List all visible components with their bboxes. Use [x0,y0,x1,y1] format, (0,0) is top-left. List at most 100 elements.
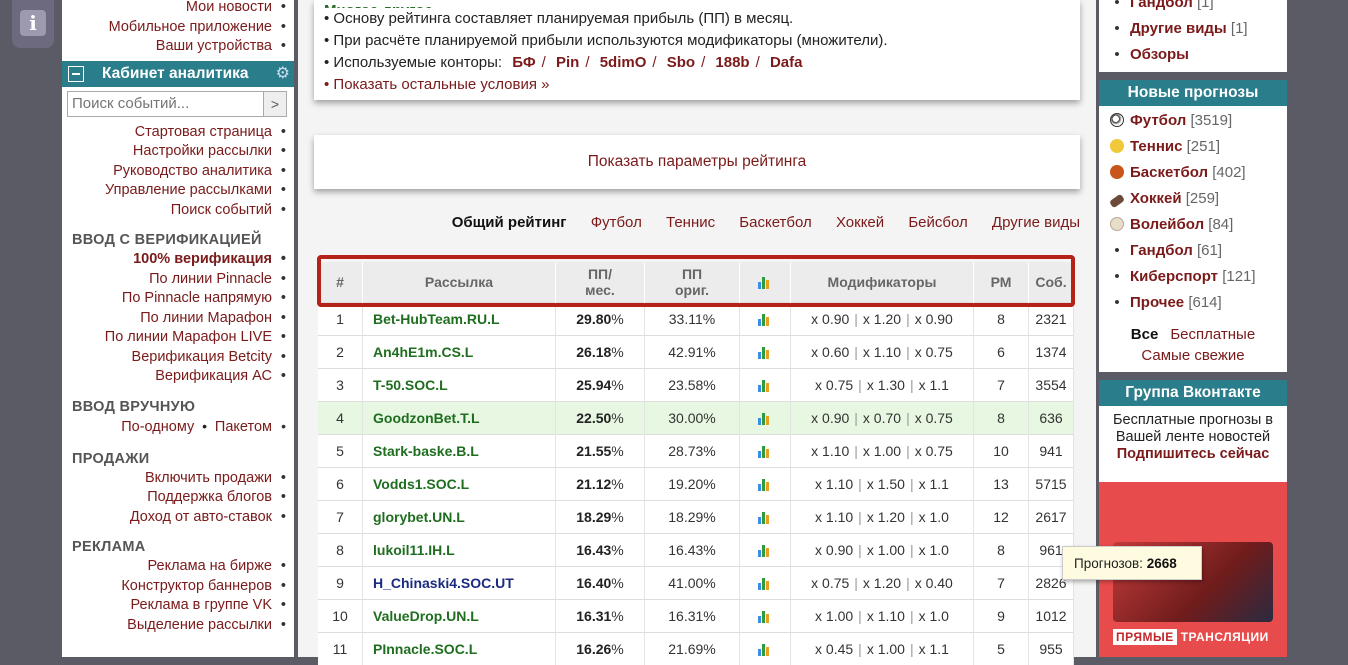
menu-mobile-app[interactable]: Мобильное приложение [62,18,294,38]
menu-manage-mailings[interactable]: Управление рассылками [62,181,294,201]
row-events[interactable]: 941 [1029,435,1074,468]
col-events[interactable]: Соб. [1029,262,1074,303]
collapse-icon[interactable] [68,66,84,82]
row-chart-button[interactable] [740,633,791,665]
mailing-link[interactable]: Stark-baske.B.L [363,435,556,468]
menu-verify-pinnacle-direct[interactable]: По Pinnacle напрямую [62,289,294,309]
row-events[interactable]: 1012 [1029,600,1074,633]
tab-baseball[interactable]: Бейсбол [908,214,967,231]
mailing-link[interactable]: lukoil11.IH.L [363,534,556,567]
bookmaker-5dimo[interactable]: 5dimO [600,54,647,71]
row-chart-button[interactable] [740,534,791,567]
menu-ads-vk[interactable]: Реклама в группе VK [62,596,294,616]
row-chart-button[interactable] [740,402,791,435]
row-events[interactable]: 955 [1029,633,1074,665]
row-events[interactable]: 3554 [1029,369,1074,402]
search-button[interactable]: > [263,91,287,117]
vk-subscribe-link[interactable]: Подпишитесь сейчас [1117,446,1270,462]
mailing-link[interactable]: T-50.SOC.L [363,369,556,402]
info-button[interactable]: i [12,0,54,48]
bookmaker-bf[interactable]: БФ [512,54,535,71]
bookmaker-sbo[interactable]: Sbo [667,54,695,71]
menu-verify-pinnacle-line[interactable]: По линии Pinnacle [62,270,294,290]
menu-auto-bet-income[interactable]: Доход от авто-ставок [62,508,294,528]
menu-devices[interactable]: Ваши устройства [62,37,294,57]
row-events[interactable]: 1374 [1029,336,1074,369]
row-events[interactable]: 2321 [1029,303,1074,336]
sport-volleyball[interactable]: Волейбол [84] [1099,212,1287,238]
row-chart-button[interactable] [740,303,791,336]
bookmaker-188b[interactable]: 188b [715,54,749,71]
sport-handball[interactable]: •Гандбол [61] [1099,238,1287,264]
mailing-link[interactable]: An4hE1m.CS.L [363,336,556,369]
col-modifiers[interactable]: Модификаторы [791,262,974,303]
menu-my-news[interactable]: Мои новости [62,0,294,18]
menu-analyst-guide[interactable]: Руководство аналитика [62,162,294,182]
filter-fresh[interactable]: Самые свежие [1141,347,1244,364]
sport-hockey[interactable]: Хоккей [259] [1099,186,1287,212]
row-chart-button[interactable] [740,501,791,534]
tab-tennis[interactable]: Теннис [666,214,715,231]
menu-search-events[interactable]: Поиск событий [62,201,294,221]
tab-overall[interactable]: Общий рейтинг [452,214,567,231]
menu-verify-100[interactable]: 100% верификация [62,250,294,270]
mailing-link[interactable]: PInnacle.SOC.L [363,633,556,665]
menu-manual-single[interactable]: По-одному [121,419,194,435]
col-num[interactable]: # [318,262,363,303]
menu-start-page[interactable]: Стартовая страница [62,123,294,143]
menu-highlight-mailing[interactable]: Выделение рассылки [62,616,294,636]
sport-tennis[interactable]: Теннис [251] [1099,134,1287,160]
row-chart-button[interactable] [740,369,791,402]
col-pp[interactable]: ПП/мес. [556,262,645,303]
show-more-conditions-text[interactable]: • Показать остальные условия » [324,76,549,93]
menu-verify-marathon[interactable]: По линии Марафон [62,309,294,329]
col-rm[interactable]: РМ [974,262,1029,303]
show-more-conditions-link[interactable]: • Показать остальные условия » [314,74,1080,96]
row-chart-button[interactable] [740,468,791,501]
menu-banner-builder[interactable]: Конструктор баннеров [62,577,294,597]
bookmaker-dafa[interactable]: Dafa [770,54,803,71]
mailing-link[interactable]: H_Chinaski4.SOC.UT [363,567,556,600]
col-chart[interactable] [740,262,791,303]
row-chart-button[interactable] [740,567,791,600]
filter-free[interactable]: Бесплатные [1170,326,1255,343]
top-item-reviews[interactable]: •Обзоры [1099,42,1287,68]
sport-football[interactable]: Футбол [3519] [1099,108,1287,134]
menu-manual-batch[interactable]: Пакетом [215,419,272,435]
col-mailing[interactable]: Рассылка [363,262,556,303]
mailing-link[interactable]: GoodzonBet.T.L [363,402,556,435]
filter-all[interactable]: Все [1131,326,1159,343]
tab-football[interactable]: Футбол [591,214,642,231]
show-rating-params-button[interactable]: Показать параметры рейтинга [314,135,1080,189]
menu-verify-betcity[interactable]: Верификация Betcity [62,348,294,368]
sport-other[interactable]: •Прочее [614] [1099,290,1287,316]
mailing-link[interactable]: Bet-HubTeam.RU.L [363,303,556,336]
col-pp-orig[interactable]: ППориг. [645,262,740,303]
sport-esports[interactable]: •Киберспорт [121] [1099,264,1287,290]
row-events[interactable]: 5715 [1029,468,1074,501]
sport-basketball[interactable]: Баскетбол [402] [1099,160,1287,186]
row-events[interactable]: 636 [1029,402,1074,435]
mailing-link[interactable]: Vodds1.SOC.L [363,468,556,501]
row-chart-button[interactable] [740,600,791,633]
top-item-handball[interactable]: •Гандбол [1] [1099,0,1287,16]
gear-icon[interactable]: ⚙ [276,61,290,87]
menu-ads-exchange[interactable]: Реклама на бирже [62,557,294,577]
menu-verify-marathon-live[interactable]: По линии Марафон LIVE [62,328,294,348]
tab-basketball[interactable]: Баскетбол [739,214,812,231]
row-chart-button[interactable] [740,336,791,369]
row-modifiers: x 0.75|x 1.20|x 0.40 [791,567,974,600]
row-chart-button[interactable] [740,435,791,468]
bookmaker-pin[interactable]: Pin [556,54,579,71]
menu-blog-support[interactable]: Поддержка блогов [62,488,294,508]
menu-enable-sales[interactable]: Включить продажи [62,469,294,489]
menu-mail-settings[interactable]: Настройки рассылки [62,142,294,162]
row-events[interactable]: 2617 [1029,501,1074,534]
mailing-link[interactable]: glorybet.UN.L [363,501,556,534]
menu-verify-ac[interactable]: Верификация АС [62,367,294,387]
mailing-link[interactable]: ValueDrop.UN.L [363,600,556,633]
search-input[interactable] [67,91,265,117]
top-item-other[interactable]: •Другие виды [1] [1099,16,1287,42]
tab-hockey[interactable]: Хоккей [836,214,884,231]
tab-other[interactable]: Другие виды [992,214,1080,231]
